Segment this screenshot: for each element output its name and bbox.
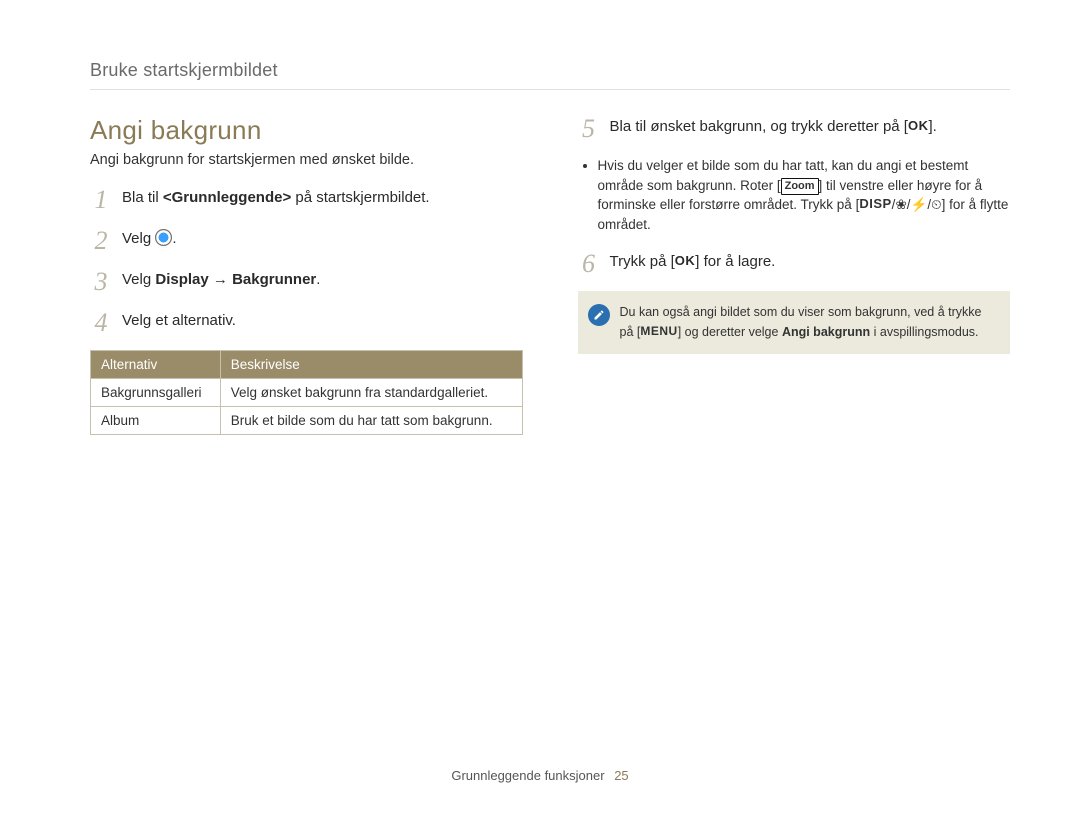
step-number: 1: [90, 182, 112, 217]
right-column: 5 Bla til ønsket bakgrunn, og trykk dere…: [578, 115, 1011, 435]
emphasis: Angi bakgrunn: [782, 325, 870, 339]
text: ].: [928, 118, 936, 135]
arrow: →: [209, 271, 232, 288]
zoom-icon: Zoom: [781, 178, 819, 195]
table-row: Bakgrunnsgalleri Velg ønsket bakgrunn fr…: [91, 379, 523, 407]
table-head-row: Alternativ Beskrivelse: [91, 351, 523, 379]
th-description: Beskrivelse: [220, 351, 522, 379]
breadcrumb: Bruke startskjermbildet: [90, 60, 1010, 90]
step-6: 6 Trykk på [OK] for å lagre.: [578, 250, 1011, 281]
text: på startskjermbildet.: [291, 189, 429, 206]
step-number: 6: [578, 246, 600, 281]
disp-icon: DISP: [859, 195, 891, 214]
th-alternative: Alternativ: [91, 351, 221, 379]
emphasis: Bakgrunner: [232, 271, 316, 288]
cell-name: Album: [91, 407, 221, 435]
pencil-icon: [593, 309, 605, 321]
content-columns: Angi bakgrunn Angi bakgrunn for startskj…: [90, 115, 1010, 435]
step-text: Velg .: [122, 227, 177, 249]
step-list-right-cont: 6 Trykk på [OK] for å lagre.: [578, 250, 1011, 281]
step-text: Trykk på [OK] for å lagre.: [610, 250, 776, 272]
text: ] for å lagre.: [695, 253, 775, 270]
emphasis: <Grunnleggende>: [163, 189, 291, 206]
step-number: 2: [90, 223, 112, 258]
step-1: 1 Bla til <Grunnleggende> på startskjerm…: [90, 186, 523, 217]
step-text: Bla til ønsket bakgrunn, og trykk derett…: [610, 115, 937, 137]
step-number: 5: [578, 111, 600, 146]
text: .: [316, 271, 320, 288]
page-number: 25: [614, 768, 628, 783]
text: .: [172, 230, 176, 247]
cell-name: Bakgrunnsgalleri: [91, 379, 221, 407]
text: Bla til: [122, 189, 163, 206]
text: Velg: [122, 230, 155, 247]
step-text: Velg Display → Bakgrunner.: [122, 268, 320, 290]
step-5: 5 Bla til ønsket bakgrunn, og trykk dere…: [578, 115, 1011, 146]
nav-icons: DISP/❀/⚡/⏲: [859, 197, 941, 212]
cell-desc: Velg ønsket bakgrunn fra standardgalleri…: [220, 379, 522, 407]
ok-icon: OK: [675, 252, 696, 270]
text: Bla til ønsket bakgrunn, og trykk derett…: [610, 118, 908, 135]
flash-icon: ⚡: [911, 197, 928, 212]
menu-icon: MENU: [640, 322, 677, 340]
app-icon: [155, 229, 172, 246]
text: i avspillingsmodus.: [870, 325, 978, 339]
options-table: Alternativ Beskrivelse Bakgrunnsgalleri …: [90, 350, 523, 435]
text: ] og deretter velge: [678, 325, 782, 339]
step-list-right: 5 Bla til ønsket bakgrunn, og trykk dere…: [578, 115, 1011, 146]
page-footer: Grunnleggende funksjoner 25: [0, 768, 1080, 783]
step-list-left: 1 Bla til <Grunnleggende> på startskjerm…: [90, 186, 523, 340]
timer-icon: ⏲: [931, 197, 942, 212]
footer-label: Grunnleggende funksjoner: [451, 768, 604, 783]
emphasis: Display: [155, 271, 208, 288]
macro-icon: ❀: [895, 197, 906, 212]
table-head: Alternativ Beskrivelse: [91, 351, 523, 379]
table-body: Bakgrunnsgalleri Velg ønsket bakgrunn fr…: [91, 379, 523, 435]
step-number: 4: [90, 305, 112, 340]
note-text: Du kan også angi bildet som du viser som…: [620, 303, 997, 342]
text: Velg: [122, 271, 155, 288]
step-text: Bla til <Grunnleggende> på startskjermbi…: [122, 186, 430, 208]
ok-icon: OK: [908, 117, 929, 135]
step-text: Velg et alternativ.: [122, 309, 236, 331]
section-title: Angi bakgrunn: [90, 115, 523, 146]
step-3: 3 Velg Display → Bakgrunner.: [90, 268, 523, 299]
manual-page: Bruke startskjermbildet Angi bakgrunn An…: [0, 0, 1080, 815]
step-number: 3: [90, 264, 112, 299]
cell-desc: Bruk et bilde som du har tatt som bakgru…: [220, 407, 522, 435]
text: Trykk på [: [610, 253, 675, 270]
info-icon: [588, 304, 610, 326]
left-column: Angi bakgrunn Angi bakgrunn for startskj…: [90, 115, 523, 435]
bullet-item: Hvis du velger et bilde som du har tatt,…: [598, 156, 1011, 234]
sub-bullets: Hvis du velger et bilde som du har tatt,…: [598, 156, 1011, 234]
tip-note: Du kan også angi bildet som du viser som…: [578, 291, 1011, 354]
intro-text: Angi bakgrunn for startskjermen med ønsk…: [90, 152, 523, 168]
step-4: 4 Velg et alternativ.: [90, 309, 523, 340]
step-2: 2 Velg .: [90, 227, 523, 258]
table-row: Album Bruk et bilde som du har tatt som …: [91, 407, 523, 435]
